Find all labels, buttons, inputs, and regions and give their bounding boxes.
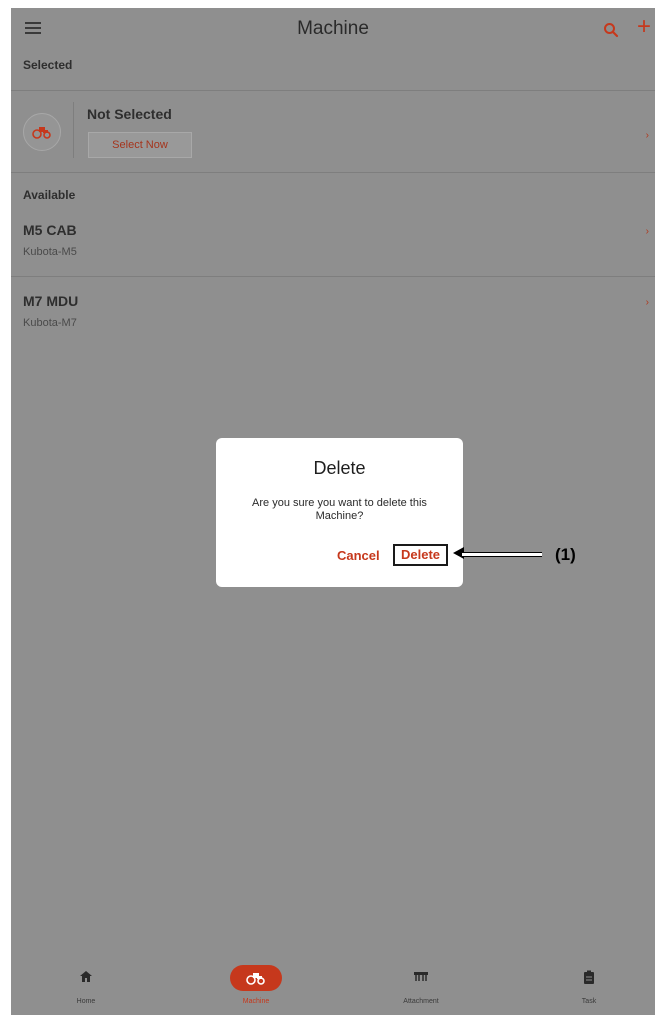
bottom-navigation: Home Machine Attachment Task — [11, 960, 655, 1015]
home-icon — [80, 971, 92, 982]
delete-button[interactable]: Delete — [393, 544, 448, 566]
divider — [11, 276, 655, 277]
tractor-icon — [230, 965, 282, 991]
dialog-title: Delete — [313, 458, 366, 478]
machine-name: M7 MDU — [23, 293, 79, 309]
nav-item-machine[interactable]: Machine — [211, 960, 301, 1015]
divider — [11, 90, 655, 91]
selection-status: Not Selected — [87, 106, 172, 122]
nav-label: Attachment — [403, 998, 439, 1005]
select-now-button[interactable]: Select Now — [88, 132, 192, 158]
delete-dialog: Delete Are you sure you want to delete t… — [216, 438, 463, 587]
callout-line — [462, 552, 542, 557]
app-screen: Machine + Selected Not Selected Select N… — [11, 8, 655, 1015]
machine-list-item[interactable]: M5 CAB Kubota-M5 › — [11, 222, 655, 284]
divider — [11, 172, 655, 173]
machine-model: Kubota-M5 — [23, 246, 77, 258]
nav-item-home[interactable]: Home — [41, 960, 131, 1015]
nav-item-task[interactable]: Task — [544, 960, 634, 1015]
implement-icon — [414, 972, 428, 981]
machine-name: M5 CAB — [23, 222, 77, 238]
clipboard-icon — [584, 970, 594, 984]
machine-model: Kubota-M7 — [23, 317, 77, 329]
chevron-right-icon: › — [645, 130, 649, 141]
section-label-available: Available — [23, 188, 76, 202]
cancel-button[interactable]: Cancel — [337, 548, 380, 563]
section-label-selected: Selected — [23, 58, 73, 72]
nav-label: Task — [581, 998, 597, 1005]
nav-label: Machine — [242, 998, 270, 1005]
top-app-bar: Machine + — [11, 8, 655, 52]
search-icon[interactable] — [603, 22, 619, 38]
vertical-divider — [73, 102, 74, 158]
add-icon[interactable]: + — [637, 15, 651, 39]
nav-item-attachment[interactable]: Attachment — [376, 960, 466, 1015]
machine-list-item[interactable]: M7 MDU Kubota-M7 › — [11, 293, 655, 355]
tractor-icon — [23, 113, 61, 151]
page-title: Machine — [297, 18, 369, 39]
dialog-message: Are you sure you want to delete this Mac… — [252, 497, 427, 522]
callout-label: (1) — [555, 545, 576, 564]
chevron-right-icon: › — [645, 297, 649, 308]
chevron-right-icon: › — [645, 226, 649, 237]
nav-label: Home — [76, 998, 96, 1005]
selected-machine-card[interactable]: Not Selected Select Now › — [11, 92, 655, 184]
